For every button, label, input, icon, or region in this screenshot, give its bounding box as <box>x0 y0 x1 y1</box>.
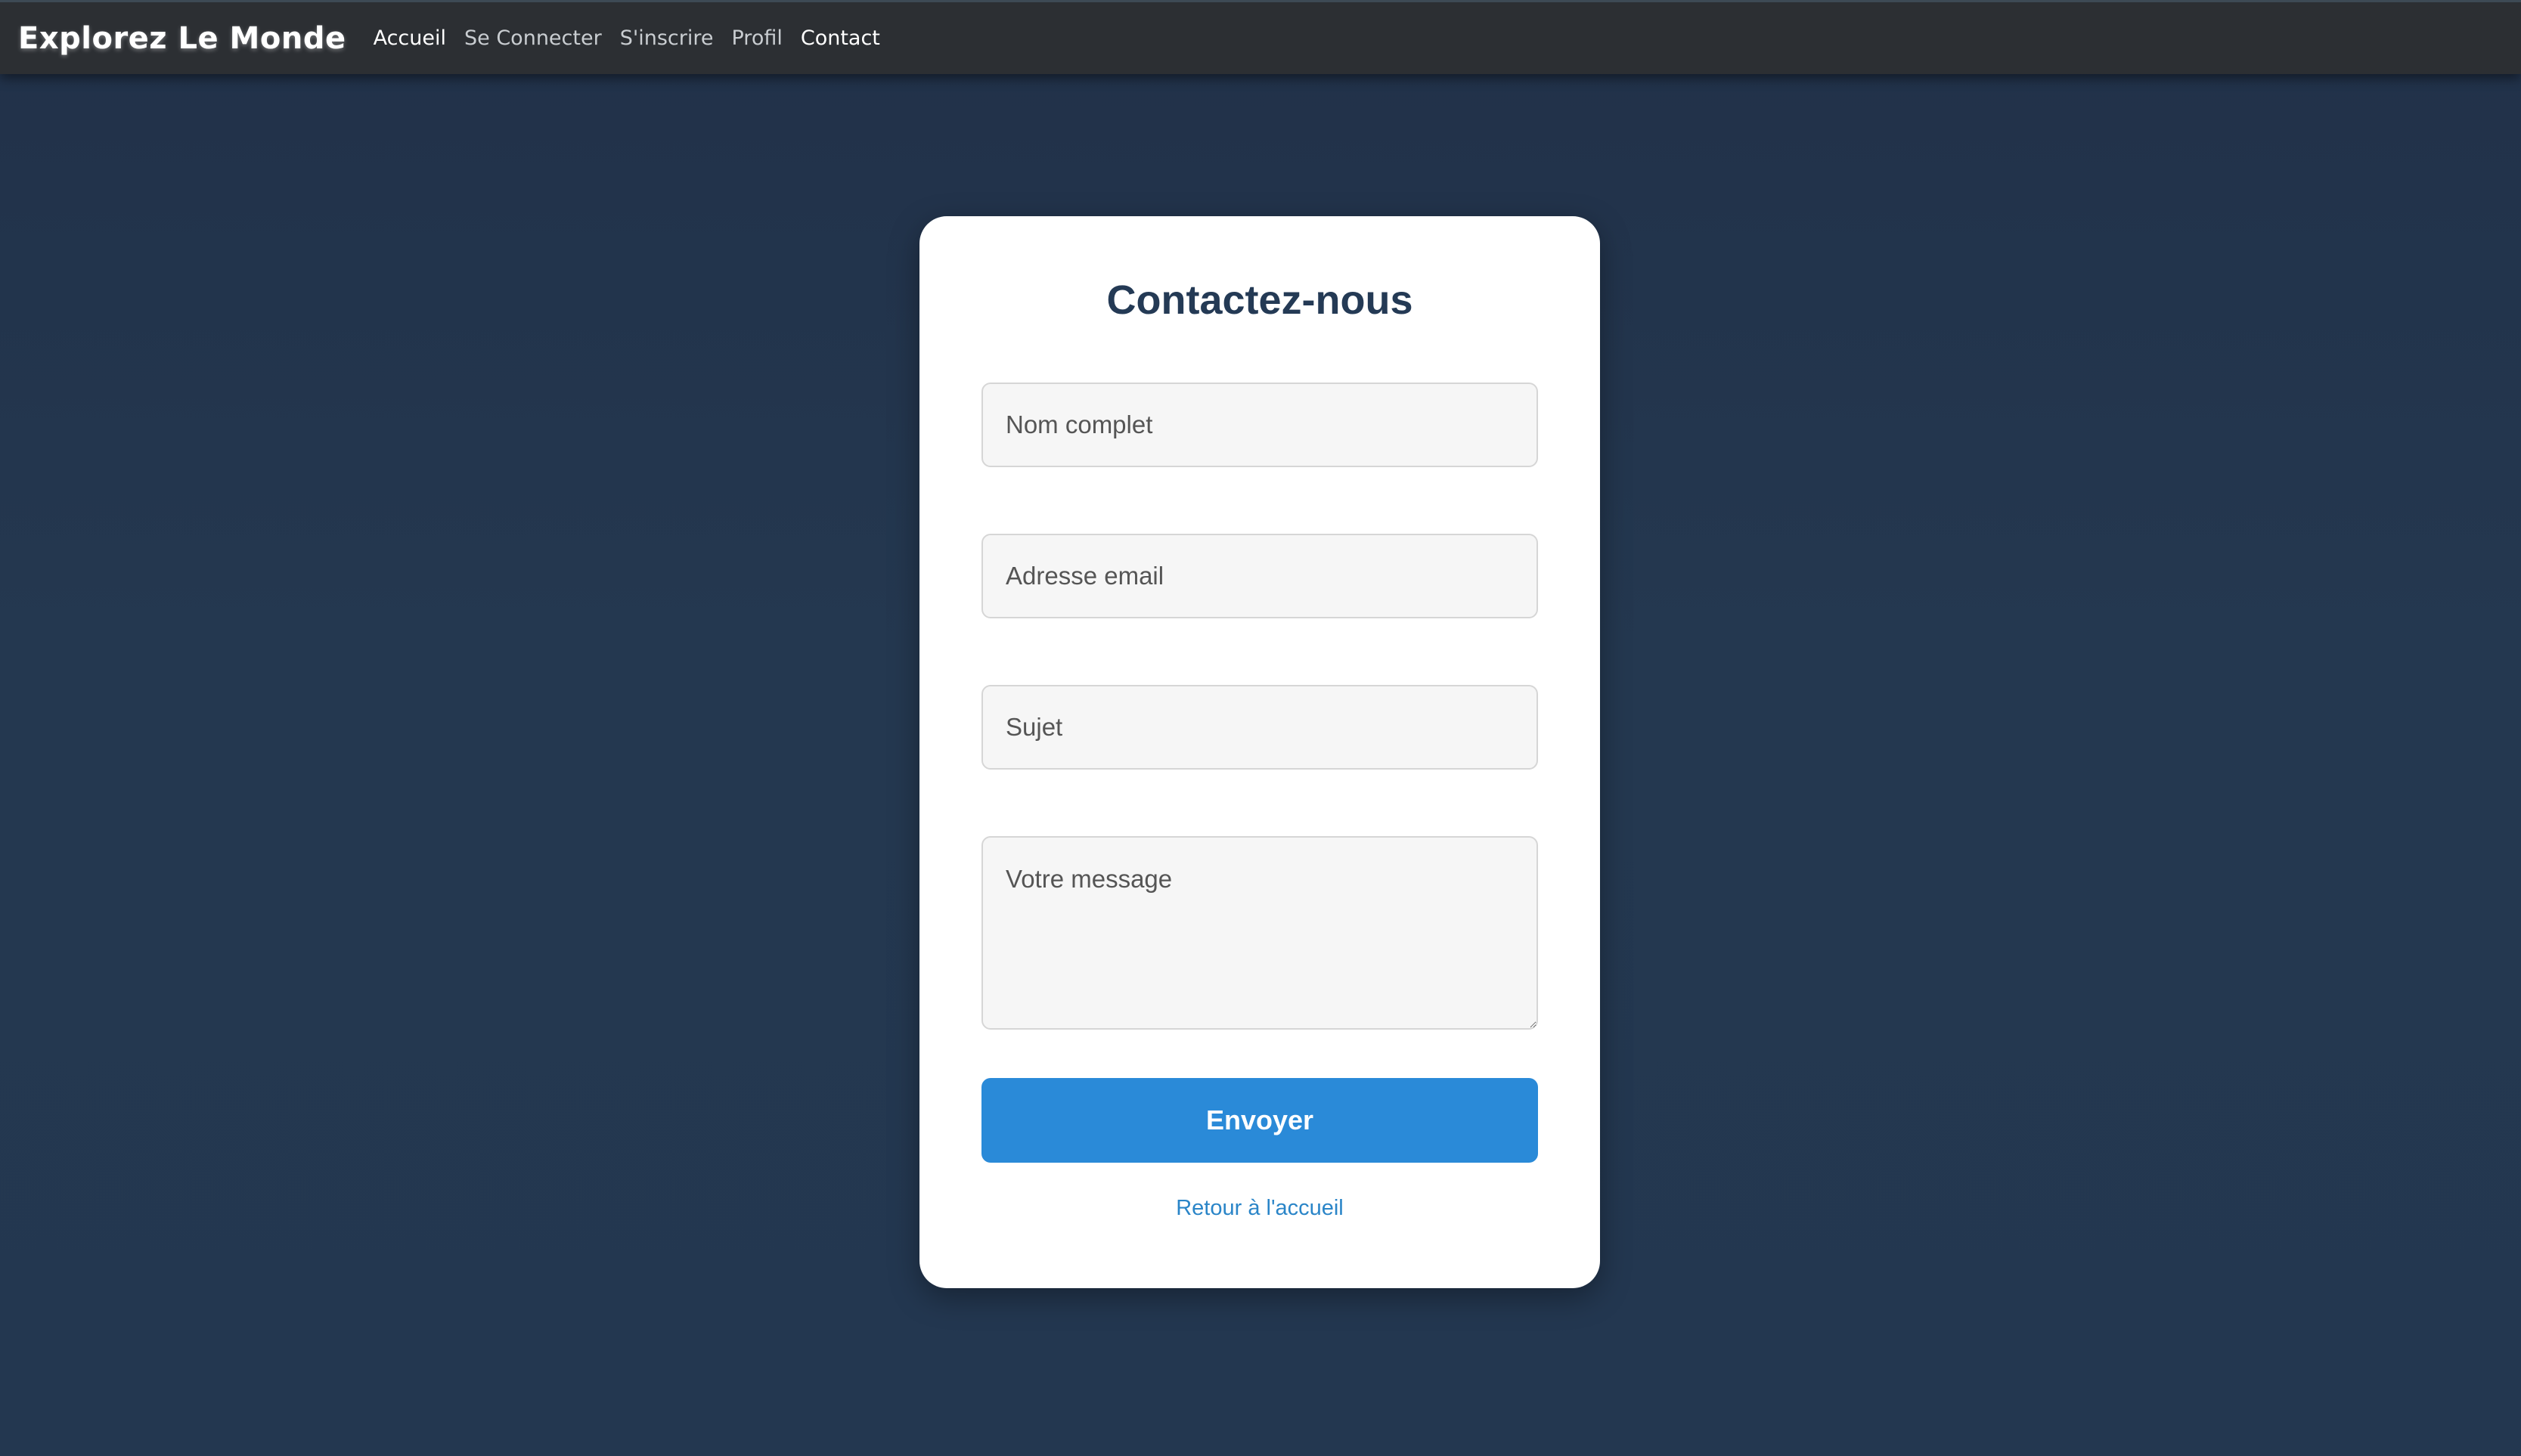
nav-links: Accueil Se Connecter S'inscrire Profil C… <box>374 26 880 50</box>
message-textarea[interactable] <box>981 836 1538 1030</box>
nav-link-profil[interactable]: Profil <box>732 26 783 50</box>
submit-button[interactable]: Envoyer <box>981 1078 1538 1163</box>
site-brand[interactable]: Explorez Le Monde <box>18 21 346 56</box>
nav-link-accueil[interactable]: Accueil <box>374 26 446 50</box>
subject-input[interactable] <box>981 685 1538 770</box>
nav-link-contact[interactable]: Contact <box>801 26 880 50</box>
contact-form-card: Contactez-nous Envoyer Retour à l'accuei… <box>919 216 1600 1288</box>
back-to-home-link[interactable]: Retour à l'accueil <box>919 1196 1600 1221</box>
email-input[interactable] <box>981 534 1538 618</box>
page-title: Contactez-nous <box>1106 277 1413 323</box>
name-input[interactable] <box>981 383 1538 467</box>
nav-link-se-connecter[interactable]: Se Connecter <box>464 26 602 50</box>
nav-link-sinscrire[interactable]: S'inscrire <box>620 26 714 50</box>
top-navbar: Explorez Le Monde Accueil Se Connecter S… <box>0 0 2521 74</box>
